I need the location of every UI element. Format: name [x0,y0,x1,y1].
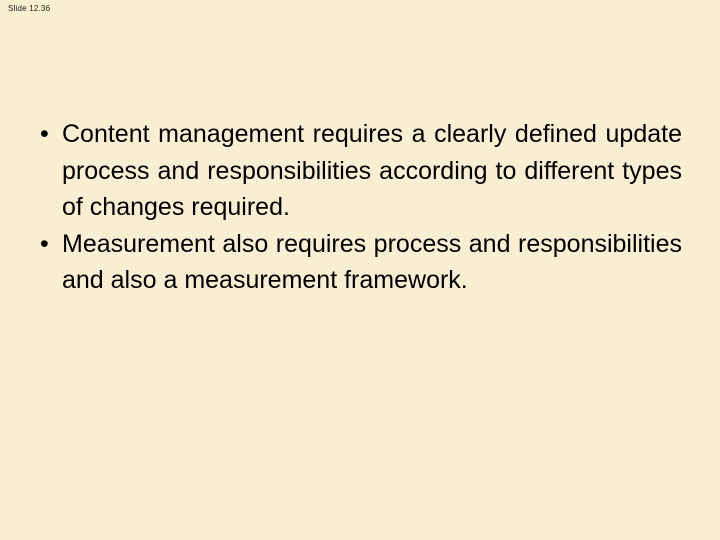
bullet-list-item: • Content management requires a clearly … [36,116,682,226]
bullet-item-text: Content management requires a clearly de… [62,120,682,221]
slide-number-label: Slide 12.36 [8,4,51,13]
bullet-list-item: • Measurement also requires process and … [36,226,682,299]
presentation-slide: Slide 12.36 • Content management require… [0,0,720,540]
bullet-point-icon: • [40,229,49,258]
bullet-item-text: Measurement also requires process and re… [62,229,682,295]
bullet-point-icon: • [40,120,49,148]
slide-body-content: • Content management requires a clearly … [36,116,682,299]
